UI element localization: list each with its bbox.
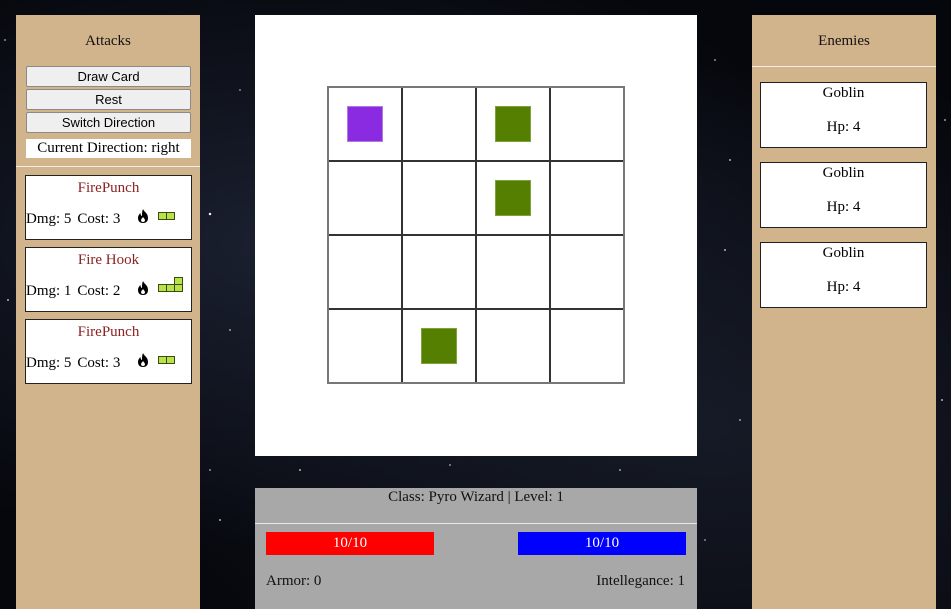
grid-cell[interactable]	[328, 235, 402, 309]
grid-cell[interactable]	[476, 235, 550, 309]
player-token	[347, 106, 383, 142]
grid-cell[interactable]	[402, 161, 476, 235]
enemy-card[interactable]: Goblin Hp: 4	[760, 82, 927, 148]
card-cost: Cost: 2	[77, 283, 121, 299]
enemy-name: Goblin	[822, 245, 865, 261]
enemy-hp: Hp: 4	[826, 119, 861, 135]
rest-button[interactable]: Rest	[26, 89, 191, 110]
grid-cell[interactable]	[328, 309, 402, 383]
card-cost: Cost: 3	[77, 211, 121, 227]
mana-text: 10/10	[584, 535, 620, 551]
enemies-title: Enemies	[818, 33, 870, 49]
current-direction: Current Direction: right	[26, 139, 191, 158]
enemy-card[interactable]: Goblin Hp: 4	[760, 242, 927, 308]
enemies-divider	[752, 66, 936, 67]
enemy-token	[495, 106, 531, 142]
enemy-name: Goblin	[822, 85, 865, 101]
card-damage: Dmg: 5	[26, 355, 72, 371]
enemies-panel: Enemies Goblin Hp: 4 Goblin Hp: 4 Goblin…	[752, 15, 936, 609]
armor-text: Armor: 0	[266, 573, 322, 589]
intelligence-text: Intellegance: 1	[596, 573, 685, 589]
enemy-token	[421, 328, 457, 364]
grid-cell[interactable]	[550, 87, 624, 161]
card-damage: Dmg: 5	[26, 211, 72, 227]
card-cost: Cost: 3	[77, 355, 121, 371]
attack-card[interactable]: FirePunch Dmg: 5 Cost: 3	[25, 319, 192, 384]
enemy-hp: Hp: 4	[826, 199, 861, 215]
grid-cell[interactable]	[476, 309, 550, 383]
attacks-title: Attacks	[85, 33, 131, 49]
attack-card[interactable]: Fire Hook Dmg: 1 Cost: 2	[25, 247, 192, 312]
fire-icon	[138, 281, 148, 295]
card-stats: Dmg: 1 Cost: 2	[26, 283, 120, 300]
mana-bar: 10/10	[518, 532, 686, 555]
card-name: FirePunch	[77, 324, 140, 340]
card-name: Fire Hook	[77, 252, 140, 268]
game-grid	[327, 86, 625, 384]
fire-icon	[138, 353, 148, 367]
grid-cell[interactable]	[328, 161, 402, 235]
attack-card[interactable]: FirePunch Dmg: 5 Cost: 3	[25, 175, 192, 240]
grid-cell[interactable]	[402, 235, 476, 309]
switch-direction-button[interactable]: Switch Direction	[26, 112, 191, 133]
fire-icon	[138, 209, 148, 223]
class-level-text: Class: Pyro Wizard | Level: 1	[388, 489, 564, 505]
grid-cell[interactable]	[550, 161, 624, 235]
enemy-token	[495, 180, 531, 216]
status-divider	[255, 523, 697, 524]
draw-card-button[interactable]: Draw Card	[26, 66, 191, 87]
enemy-hp: Hp: 4	[826, 279, 861, 295]
player-status-panel: Class: Pyro Wizard | Level: 1 10/10 10/1…	[255, 488, 697, 609]
card-name: FirePunch	[77, 180, 140, 196]
health-text: 10/10	[332, 535, 368, 551]
card-damage: Dmg: 1	[26, 283, 72, 299]
attacks-panel: Attacks Draw Card Rest Switch Direction …	[16, 15, 200, 609]
grid-cell[interactable]	[402, 87, 476, 161]
card-stats: Dmg: 5 Cost: 3	[26, 211, 120, 228]
enemy-card[interactable]: Goblin Hp: 4	[760, 162, 927, 228]
health-bar: 10/10	[266, 532, 434, 555]
grid-cell[interactable]	[550, 309, 624, 383]
card-stats: Dmg: 5 Cost: 3	[26, 355, 120, 372]
attacks-divider	[16, 166, 200, 167]
enemy-name: Goblin	[822, 165, 865, 181]
grid-cell[interactable]	[550, 235, 624, 309]
